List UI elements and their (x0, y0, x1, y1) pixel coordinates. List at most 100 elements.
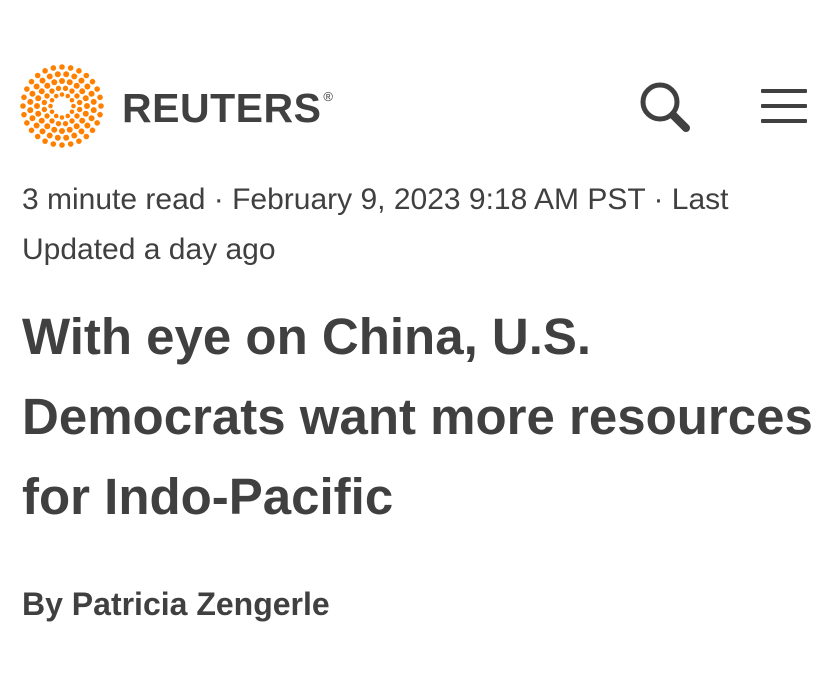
logo-dot (35, 95, 42, 102)
logo-dot (21, 111, 27, 118)
logo-dot (41, 106, 48, 113)
logo-dot (66, 126, 73, 133)
logo-dot (46, 132, 53, 139)
logo-dot (44, 93, 50, 99)
logo-dot (38, 117, 45, 124)
logo-dot (67, 141, 74, 147)
logo-dot (79, 88, 86, 95)
logo-dot (59, 92, 65, 97)
logo-dot (28, 78, 35, 85)
logo-dot (79, 117, 86, 124)
registered-mark: ® (323, 88, 334, 104)
logo-dot (44, 123, 51, 130)
logo-dot (49, 118, 55, 124)
logo-dot (62, 85, 69, 92)
logo-dot (88, 90, 95, 97)
logo-dot (50, 141, 57, 147)
logo-dot (62, 120, 69, 127)
logo-dot (82, 110, 89, 117)
logo-dot (55, 120, 62, 127)
logo-dot (27, 107, 34, 114)
logo-dot (42, 68, 48, 74)
logo-dot (44, 82, 51, 89)
logo-dot (71, 103, 76, 109)
logo-dot (42, 138, 48, 144)
logo-dot (24, 120, 30, 126)
logo-dot (83, 133, 90, 140)
logo-dot (41, 99, 48, 106)
logo-dot (97, 111, 103, 118)
logo-dot (50, 65, 57, 71)
logo-dot (33, 122, 40, 129)
logo-dot (59, 64, 65, 70)
logo-dot (49, 88, 55, 94)
search-button[interactable] (634, 76, 694, 136)
logo-dot (69, 118, 75, 124)
byline-prefix: By (22, 586, 63, 622)
article-byline: By Patricia Zengerle (22, 580, 330, 628)
logo-dot (54, 71, 61, 78)
logo-dot (71, 73, 78, 80)
logo-dot (66, 79, 73, 86)
logo-dot (49, 109, 55, 115)
logo-dot (74, 113, 80, 119)
logo-dot (78, 128, 85, 135)
logo-dot (97, 94, 103, 101)
logo-dot (78, 77, 85, 84)
logo-dot (73, 123, 80, 130)
logo-dot (76, 68, 82, 74)
author-link[interactable]: Patricia Zengerle (72, 586, 330, 622)
logo-dot (35, 110, 42, 117)
logo-dot (69, 109, 75, 115)
logo-dot (34, 133, 41, 140)
logo-dot (24, 86, 30, 92)
brand-name: REUTERS (122, 84, 322, 131)
logo-dot (89, 127, 96, 134)
logo-dot (94, 86, 100, 92)
logo-dot (84, 83, 91, 90)
logo-dot (53, 113, 59, 119)
logo-dot (55, 85, 62, 92)
menu-button[interactable] (754, 76, 814, 136)
reuters-brand-link[interactable]: REUTERS ® (20, 64, 334, 148)
logo-dot (20, 103, 26, 109)
logo-dot (54, 134, 61, 141)
logo-dot (82, 95, 89, 102)
logo-dot (84, 122, 91, 129)
logo-dot (49, 97, 55, 103)
logo-dot (89, 78, 96, 85)
logo-dot (65, 113, 71, 119)
logo-dot (51, 79, 58, 86)
logo-dot (59, 142, 65, 148)
logo-dot (69, 88, 75, 94)
logo-dot (71, 132, 78, 139)
logo-dot (84, 103, 90, 109)
logo-dot (73, 82, 80, 89)
logo-dot (67, 65, 74, 71)
logo-dot (39, 128, 46, 135)
logo-dot (59, 115, 65, 120)
logo-dot (48, 103, 53, 109)
logo-dot (88, 115, 95, 122)
logo-dot (69, 97, 75, 103)
logo-dot (51, 126, 58, 133)
logo-dot (44, 113, 50, 119)
search-icon (640, 82, 690, 132)
logo-dot (83, 72, 90, 79)
logo-dot (53, 93, 59, 99)
logo-dot (29, 90, 36, 97)
logo-dot (34, 72, 41, 79)
logo-dot (46, 73, 53, 80)
logo-dot (39, 77, 46, 84)
article-headline: With eye on China, U.S. Democrats want m… (22, 308, 813, 525)
logo-dot (76, 138, 82, 144)
article-meta: 3 minute read · February 9, 2023 9:18 AM… (22, 183, 729, 266)
logo-dot (38, 88, 45, 95)
logo-dot (90, 98, 97, 105)
logo-dot (63, 71, 70, 78)
logo-dot (98, 103, 104, 109)
site-header: REUTERS ® (0, 58, 838, 154)
logo-dot (34, 103, 40, 109)
hamburger-menu-icon (761, 89, 807, 123)
logo-dot (29, 115, 36, 122)
